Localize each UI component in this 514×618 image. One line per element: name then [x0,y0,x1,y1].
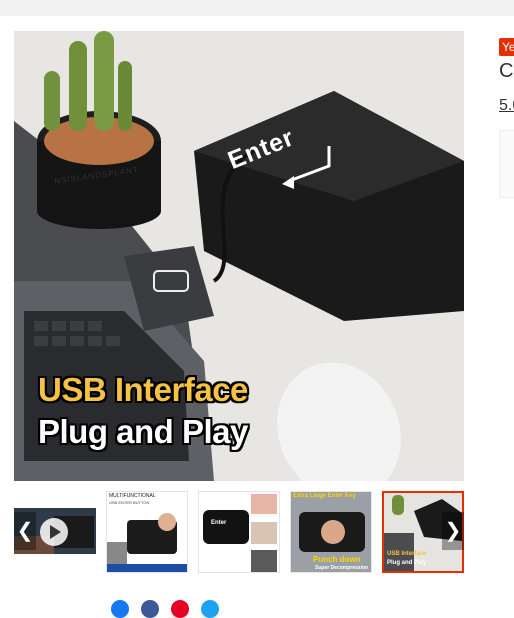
thumb-caption-bottom: Punch down [313,555,361,564]
thumb-key-label: Enter [211,520,227,526]
rating-link[interactable]: 5.0 [499,97,514,115]
top-bar [0,0,514,16]
vk-icon[interactable] [141,600,159,618]
overlay-headline: USB Interface [38,371,249,409]
thumb-caption-top: Extra Large Enter Key [293,493,356,499]
twitter-icon[interactable] [201,600,219,618]
store-badge: Ye [499,38,514,56]
chevron-left-icon[interactable]: ❮ [14,512,36,550]
facebook-icon[interactable] [111,600,129,618]
main-product-image[interactable]: NSISLANDSPLANT Enter USB Interface Plug … [14,31,464,481]
thumbnail-multifunctional[interactable]: MULTIFUNCTIONAL USB ENTER BUTTON [106,491,188,573]
thumb-caption-line1: USB Interface [387,551,427,557]
thumbnail-hands[interactable]: Enter [198,491,280,573]
chevron-right-icon[interactable]: ❯ [442,512,464,550]
product-title: C [499,60,514,82]
thumbnail-punch[interactable]: Extra Large Enter Key Punch down Super D… [290,491,372,573]
thumb-caption-top: MULTIFUNCTIONAL [109,493,156,499]
thumb-caption-sub: USB ENTER BUTTON [109,500,150,505]
price-box [499,130,514,198]
hands-thumbnail-image [199,492,279,572]
overlay-subheadline: Plug and Play [38,413,249,451]
thumb-caption-line2: Plug and Play [387,560,427,566]
play-icon[interactable] [40,518,68,546]
pinterest-icon[interactable] [171,600,189,618]
thumb-caption-bottom2: Super Decompression [315,565,369,571]
